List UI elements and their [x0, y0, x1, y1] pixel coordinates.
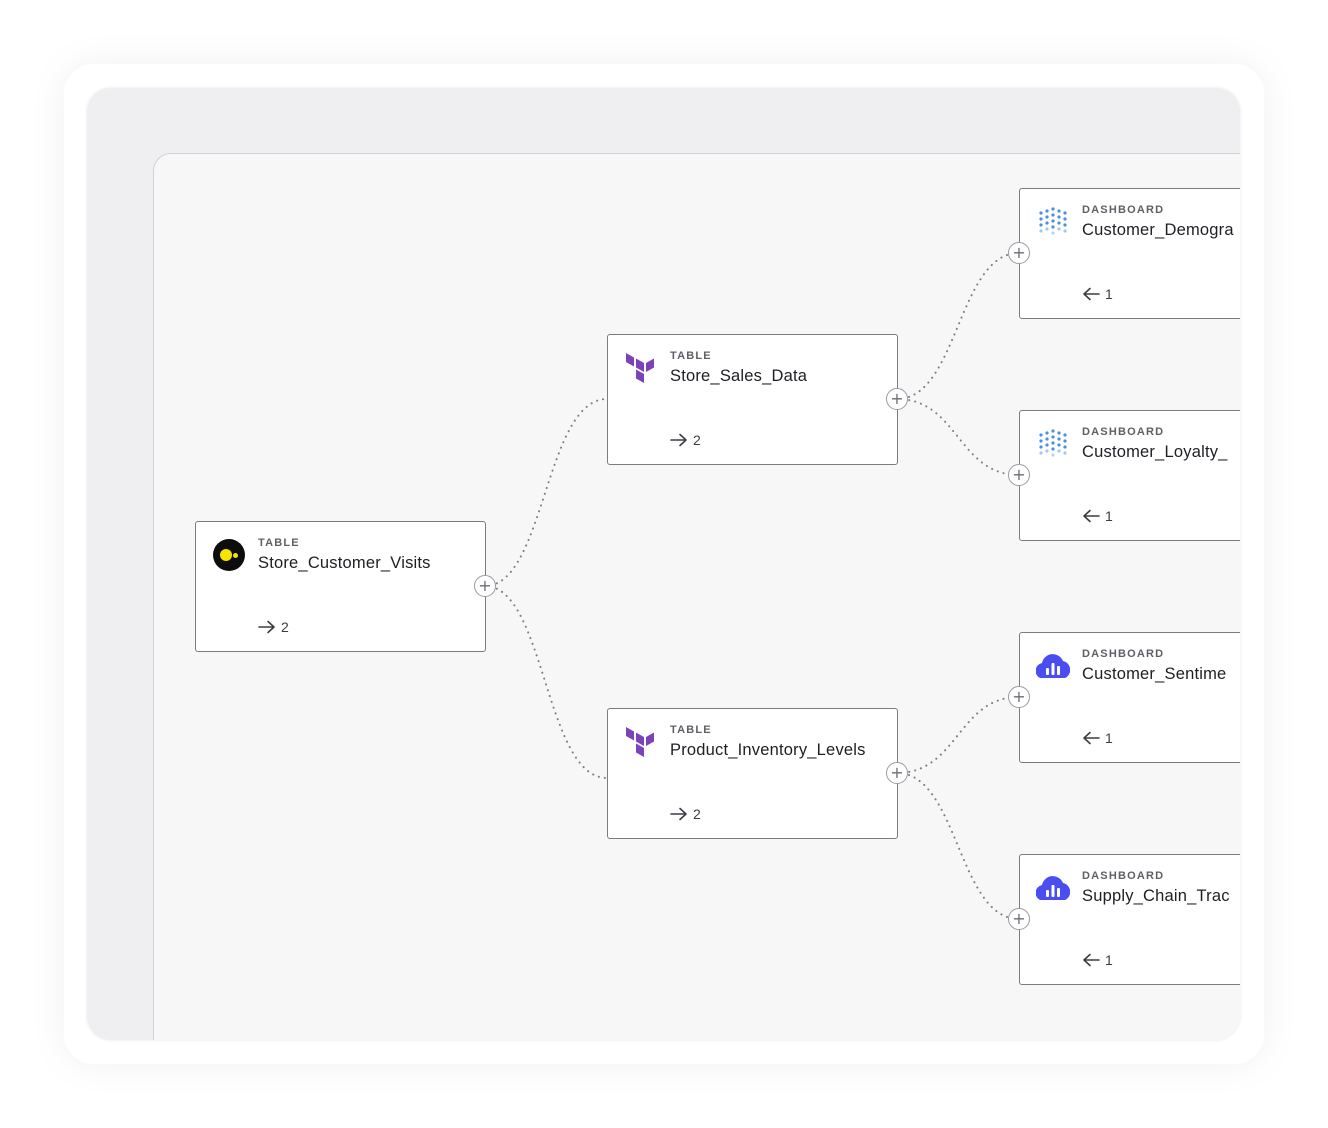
expand-sales-button[interactable]: +: [886, 388, 908, 410]
expand-sentiment-button[interactable]: +: [1008, 686, 1030, 708]
edge-visits-to-inventory: [484, 585, 608, 779]
edge-sales-to-demographics: [896, 252, 1020, 400]
edge-inventory-to-sentiment: [896, 696, 1020, 774]
expand-loyalty-button[interactable]: +: [1008, 464, 1030, 486]
edge-sales-to-loyalty: [896, 398, 1020, 476]
lineage-canvas[interactable]: TABLE Store_Customer_Visits 2 + TABLE St…: [153, 153, 1240, 1040]
plus-icon: +: [890, 763, 904, 782]
edge-inventory-to-supply: [896, 772, 1020, 920]
plus-icon: +: [890, 389, 904, 408]
plus-icon: +: [478, 576, 492, 595]
plus-icon: +: [1012, 909, 1026, 928]
edge-visits-to-sales: [484, 398, 608, 587]
plus-icon: +: [1012, 687, 1026, 706]
expand-inventory-button[interactable]: +: [886, 762, 908, 784]
inner-frame: TABLE Store_Customer_Visits 2 + TABLE St…: [87, 88, 1240, 1040]
plus-icon: +: [1012, 465, 1026, 484]
lineage-edges: [484, 252, 1020, 920]
plus-icon: +: [1012, 243, 1026, 262]
expand-supply-button[interactable]: +: [1008, 908, 1030, 930]
expand-demographics-button[interactable]: +: [1008, 242, 1030, 264]
expand-visits-button[interactable]: +: [474, 575, 496, 597]
